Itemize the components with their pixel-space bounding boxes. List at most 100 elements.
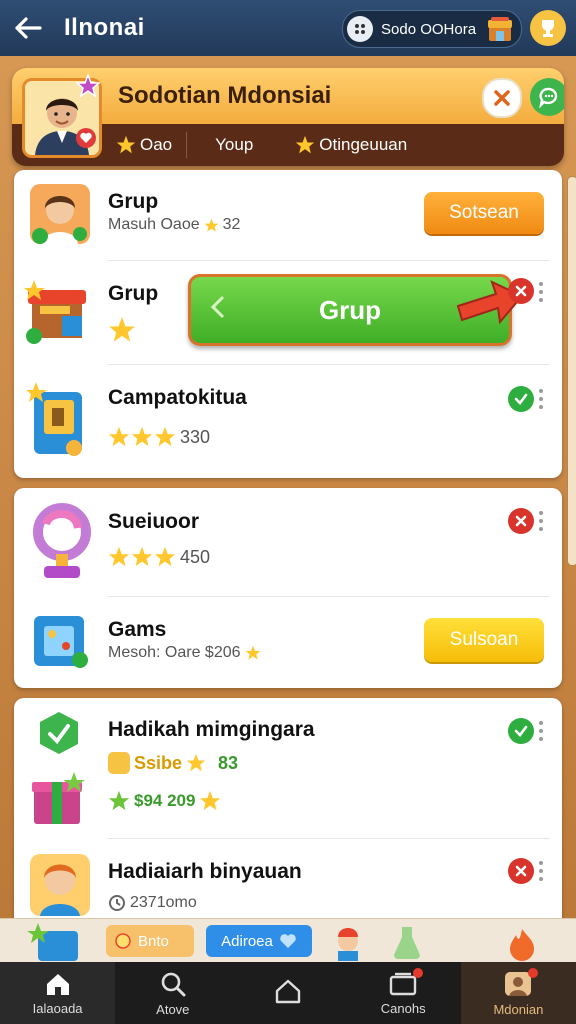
green-star-icon bbox=[108, 790, 130, 811]
more-options-icon[interactable] bbox=[538, 282, 544, 302]
nav-home[interactable]: Ialaoada bbox=[0, 962, 116, 1024]
list-item[interactable]: Sueiuoor 450 bbox=[14, 488, 562, 596]
row-title: Hadikah mimgingara bbox=[108, 718, 315, 741]
list-item[interactable]: Hadiaiarh binyauan 2371omo bbox=[14, 838, 562, 928]
rating-stars bbox=[108, 546, 176, 568]
badge-check-icon bbox=[40, 712, 78, 754]
row-title: Hadiaiarh binyauan bbox=[108, 860, 302, 883]
scrollbar[interactable] bbox=[567, 176, 576, 566]
nav-cards[interactable]: Canohs bbox=[346, 962, 461, 1024]
dice-icon bbox=[347, 16, 373, 42]
house-outline-icon bbox=[275, 979, 301, 1004]
row-subtitle: Mesoh: Oare $206 bbox=[108, 644, 261, 662]
shelf-chip-bnto[interactable]: Bnto bbox=[106, 925, 194, 957]
clock-icon bbox=[109, 895, 125, 911]
list-item[interactable]: Gams Mesoh: Oare $206 Sulsoan bbox=[14, 596, 562, 688]
chevron-left-icon bbox=[210, 295, 225, 319]
rating-value: 450 bbox=[180, 546, 211, 567]
row-subtitle-value: 32 bbox=[222, 216, 241, 233]
row-rating: 450 bbox=[108, 546, 210, 568]
star-icon bbox=[296, 135, 315, 154]
row-title: Campatokitua bbox=[108, 386, 247, 409]
heart-icon bbox=[280, 934, 296, 948]
approved-status-icon[interactable] bbox=[508, 718, 534, 744]
rejected-status-icon[interactable] bbox=[508, 508, 534, 534]
close-icon bbox=[494, 90, 510, 106]
tab-youp[interactable]: Youp bbox=[187, 135, 281, 155]
home-icon bbox=[46, 973, 69, 995]
list-item[interactable]: Hadikah mimgingara Ssibe 83 $94 209 bbox=[14, 698, 562, 838]
rating-stars bbox=[108, 426, 176, 448]
more-options-icon[interactable] bbox=[538, 389, 544, 409]
gift-box-icon bbox=[32, 772, 85, 824]
nav-label: Canohs bbox=[380, 1000, 426, 1016]
shortcut-shelf: Bnto Adiroea bbox=[0, 918, 576, 963]
star-icon bbox=[154, 426, 176, 447]
nav-label: Ialaoada bbox=[32, 1000, 83, 1016]
more-options-icon[interactable] bbox=[538, 721, 544, 741]
nav-profile[interactable]: Mdonian bbox=[460, 962, 576, 1024]
row-subtitle: 2371omo bbox=[108, 894, 197, 912]
close-button[interactable] bbox=[482, 78, 522, 118]
search-icon bbox=[161, 972, 186, 996]
lucky-box-icon[interactable] bbox=[26, 921, 82, 961]
action-button[interactable]: Sotsean bbox=[424, 192, 544, 234]
page-title: Sodotian Mdonsiai bbox=[118, 82, 332, 109]
tab-oao[interactable]: Oao bbox=[102, 135, 186, 155]
row-line-1: Ssibe 83 bbox=[108, 752, 238, 774]
star-badge-icon bbox=[76, 74, 100, 98]
action-button[interactable]: Sulsoan bbox=[424, 618, 544, 662]
row-title: Gams bbox=[108, 618, 167, 641]
row-subtitle-text: Mesoh: Oare $206 bbox=[108, 644, 241, 661]
header-tabs: Oao Youp Otingeuuan bbox=[102, 128, 421, 162]
rejected-status-icon[interactable] bbox=[508, 858, 534, 884]
rejected-status-icon[interactable] bbox=[508, 278, 534, 304]
fire-icon[interactable] bbox=[504, 927, 540, 961]
trophy-badge[interactable] bbox=[530, 10, 566, 46]
group-card-2: Sueiuoor 450 Gams Mesoh: Oare $206 Sulso… bbox=[14, 488, 562, 688]
more-options-icon[interactable] bbox=[538, 511, 544, 531]
character-icon[interactable] bbox=[330, 923, 366, 961]
row-line-2: $94 209 bbox=[108, 790, 221, 812]
row-subtitle-text: 2371omo bbox=[130, 894, 197, 911]
row-title: Grup bbox=[108, 190, 159, 213]
row-title: Grup bbox=[108, 282, 159, 305]
star-icon bbox=[108, 546, 130, 567]
potion-icon[interactable] bbox=[390, 925, 424, 961]
tab-label: Oao bbox=[140, 135, 173, 154]
star-icon bbox=[109, 317, 135, 342]
list-item[interactable]: Grup Masuh Oaoe 32 Sotsean bbox=[14, 170, 562, 260]
nav-house[interactable] bbox=[230, 962, 345, 1024]
arcade-machine-icon bbox=[26, 382, 82, 456]
notification-dot bbox=[412, 968, 423, 978]
trophy-cup-icon bbox=[33, 503, 91, 578]
sun-icon bbox=[115, 933, 131, 949]
star-icon bbox=[245, 645, 260, 660]
star-icon bbox=[186, 753, 206, 772]
row-subtitle: Masuh Oaoe 32 bbox=[108, 216, 240, 234]
bottom-navigation: Ialaoada Atove Canohs Mdonian bbox=[0, 962, 576, 1024]
back-button[interactable] bbox=[0, 0, 56, 56]
star-icon bbox=[154, 546, 176, 567]
game-box-icon bbox=[34, 616, 88, 668]
nav-search[interactable]: Atove bbox=[115, 962, 230, 1024]
line-1-value: 83 bbox=[218, 752, 239, 773]
row-title: Sueiuoor bbox=[108, 510, 200, 533]
star-icon bbox=[131, 546, 153, 567]
group-card-3: Hadikah mimgingara Ssibe 83 $94 209 Hadi… bbox=[14, 698, 562, 928]
store-pill[interactable]: Sodo OOHora bbox=[342, 10, 522, 48]
profile-header: Sodotian Mdonsiai Oao Youp Otingeuuan bbox=[12, 68, 564, 166]
more-options-icon[interactable] bbox=[538, 861, 544, 881]
approved-status-icon[interactable] bbox=[508, 386, 534, 412]
chat-button[interactable] bbox=[530, 78, 564, 116]
list-item[interactable]: Grup Grup bbox=[14, 260, 562, 364]
back-arrow-icon bbox=[15, 17, 42, 39]
star-icon bbox=[200, 790, 221, 811]
chat-icon bbox=[539, 87, 558, 108]
list-item[interactable]: Campatokitua 330 bbox=[14, 364, 562, 478]
top-bar: Ilnonai Sodo OOHora bbox=[0, 0, 576, 56]
shelf-chip-adiroea[interactable]: Adiroea bbox=[206, 925, 312, 957]
tab-otingeuuan[interactable]: Otingeuuan bbox=[281, 135, 421, 155]
girl-avatar-icon bbox=[30, 184, 90, 244]
row-rating: 330 bbox=[108, 426, 210, 448]
